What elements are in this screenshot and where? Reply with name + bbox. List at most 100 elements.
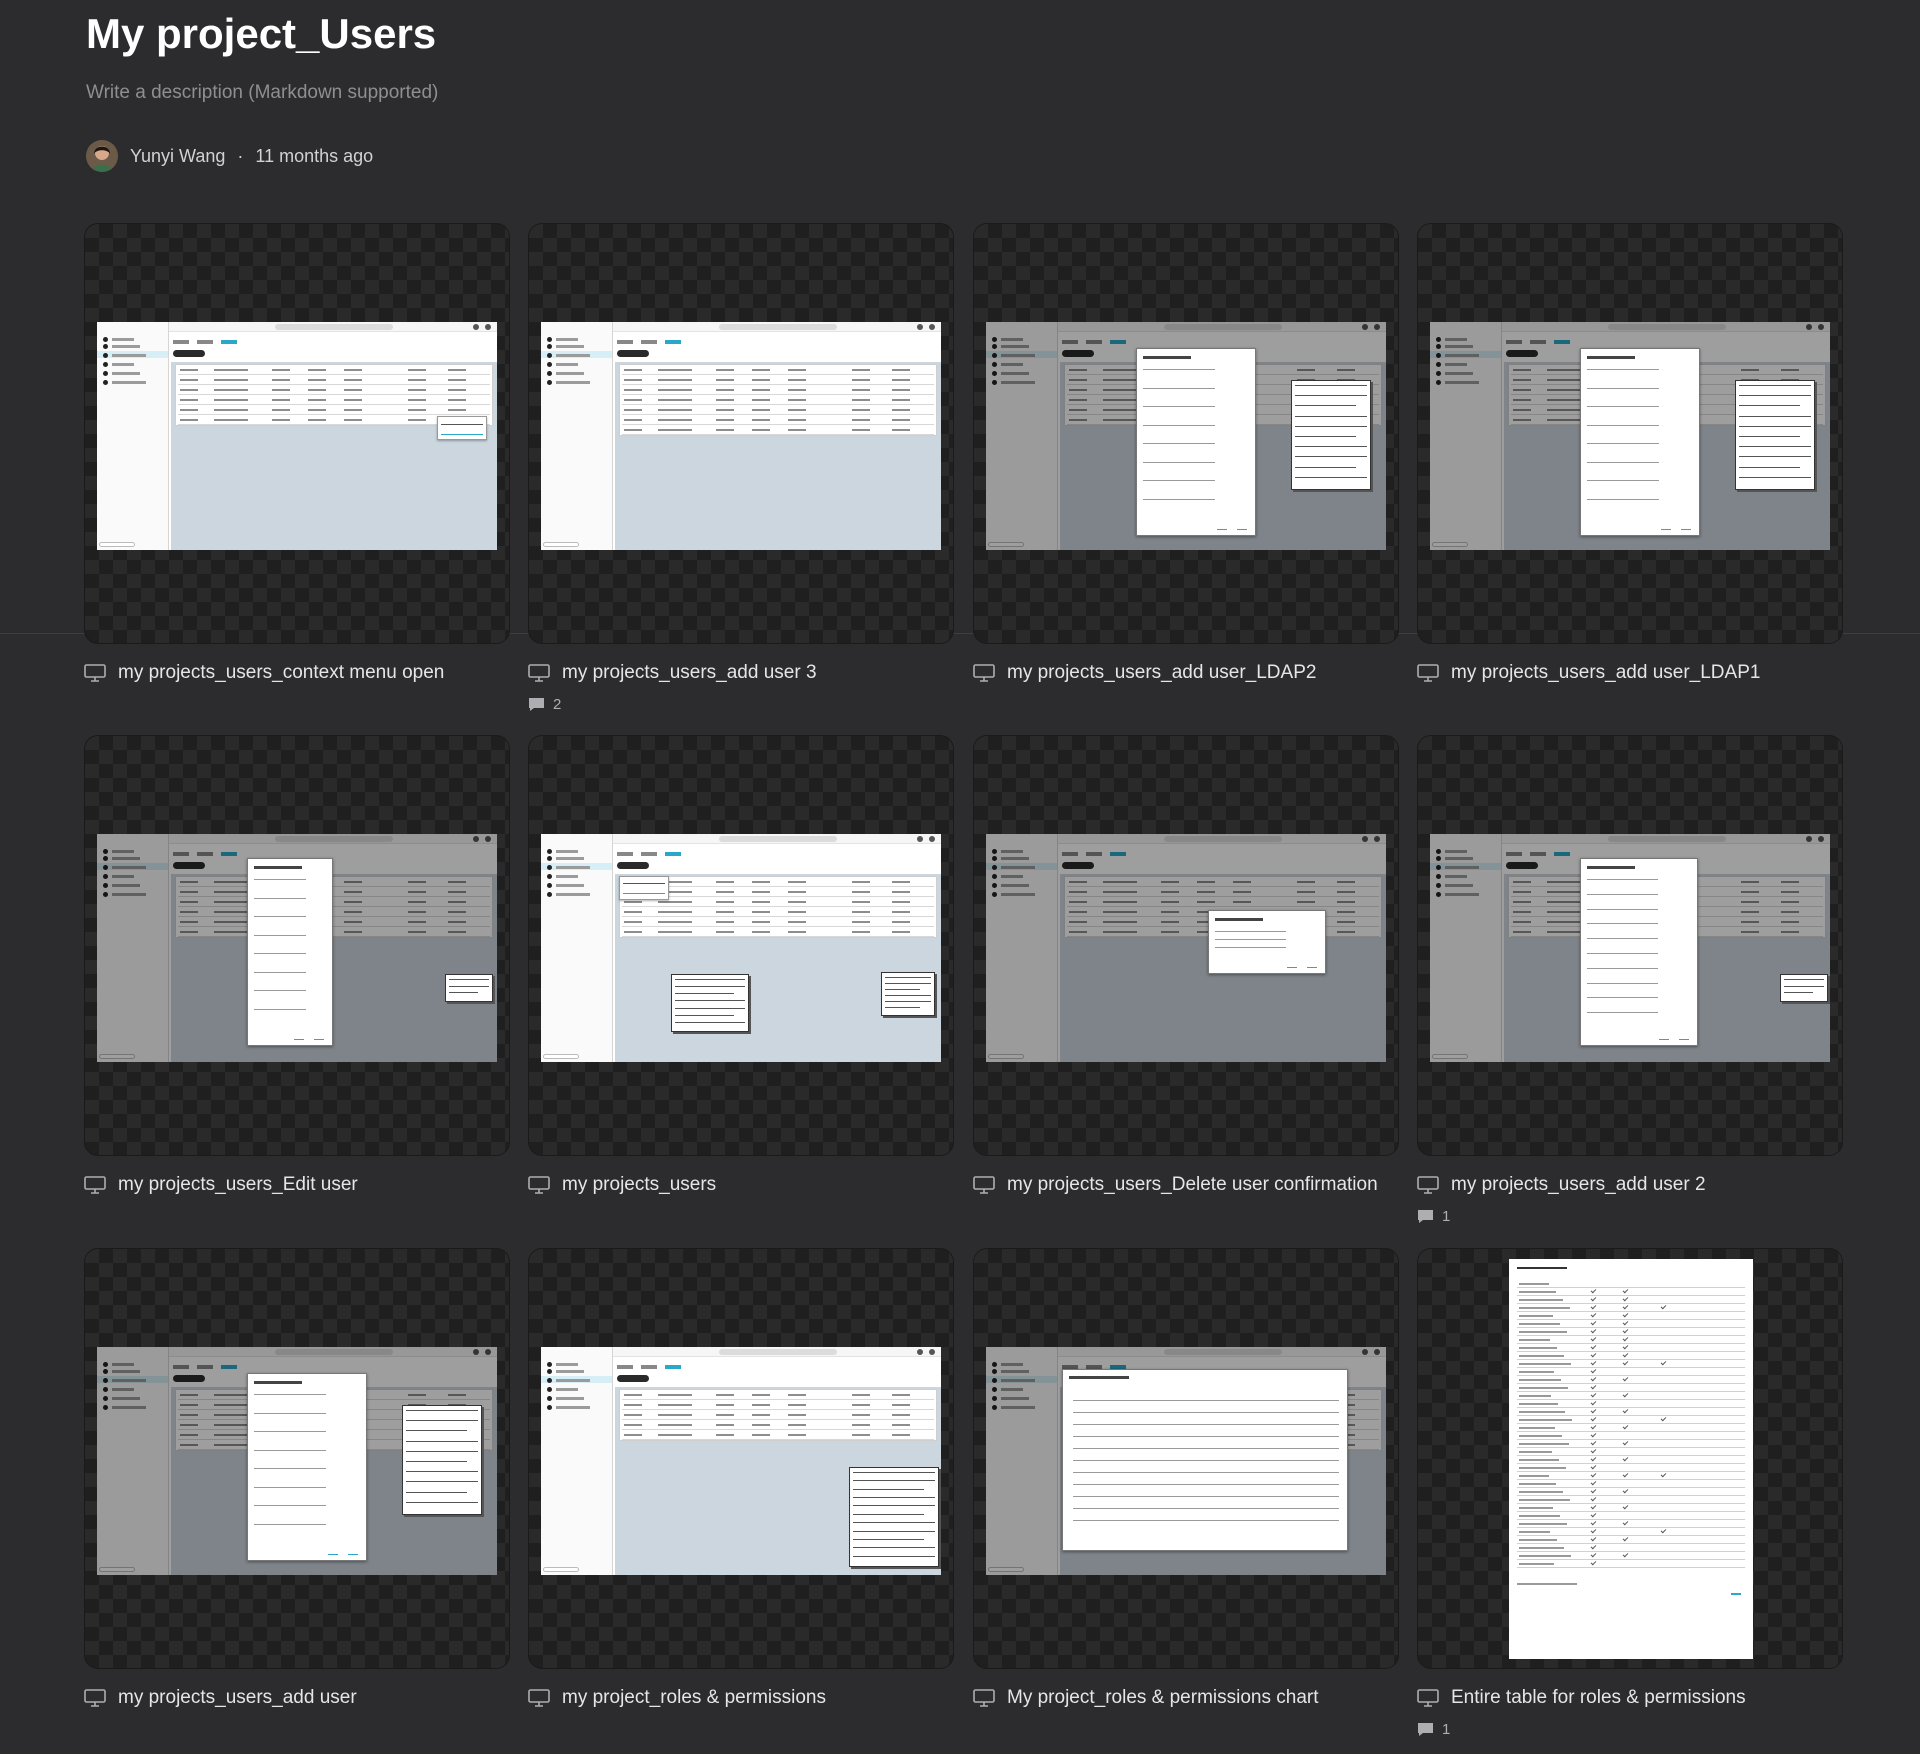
mini-note-line	[1295, 476, 1367, 478]
mini-table-row	[622, 414, 934, 415]
mini-bar	[556, 850, 578, 853]
mini-dialog-field	[1215, 931, 1286, 932]
mini-note-line	[406, 1440, 478, 1442]
mini-table-cell	[716, 1414, 734, 1416]
artboard-caption[interactable]: my project_roles & permissions	[528, 1685, 826, 1711]
artboard-card[interactable]: my projects_users_Edit user	[84, 735, 510, 1195]
mini-table-row	[622, 926, 934, 927]
artboard-title[interactable]: my projects_users_add user_LDAP1	[1451, 662, 1760, 684]
mini-sidebar-item	[103, 344, 161, 349]
artboard-card[interactable]: my projects_users_add user 32	[528, 223, 954, 713]
mini-note-line	[406, 1420, 478, 1422]
artboard-thumbnail[interactable]	[1417, 735, 1843, 1156]
artboard-card[interactable]: my projects_users_context menu open	[84, 223, 510, 683]
artboard-title[interactable]: my projects_users_Edit user	[118, 1174, 358, 1196]
artboard-card[interactable]: my project_roles & permissions	[528, 1248, 954, 1708]
description-field[interactable]: Write a description (Markdown supported)	[86, 82, 438, 104]
check-icon	[1590, 1463, 1597, 1470]
mini-dot	[547, 362, 552, 367]
artboard-title[interactable]: My project_roles & permissions chart	[1007, 1687, 1319, 1709]
mini-bar	[556, 893, 590, 896]
artboard-caption[interactable]: my projects_users_add user_LDAP2	[973, 660, 1316, 686]
artboard-caption[interactable]: my projects_users	[528, 1172, 716, 1198]
mini-annotation-note	[445, 974, 493, 1002]
artboard-title[interactable]: my projects_users_add user 2	[1451, 1174, 1706, 1196]
artboard-title[interactable]: my projects_users_context menu open	[118, 662, 444, 684]
artboard-card[interactable]: Entire table for roles & permissions 1	[1417, 1248, 1843, 1738]
mini-table-cell	[214, 369, 248, 371]
mini-table-cell	[716, 931, 734, 933]
mini-note-line	[885, 1001, 931, 1002]
mini-dot	[547, 883, 552, 888]
comment-count[interactable]: 1	[1417, 1718, 1450, 1740]
artboard-thumbnail[interactable]	[84, 223, 510, 644]
artboard-caption[interactable]: my projects_users_Delete user confirmati…	[973, 1172, 1378, 1198]
mini-table-cell	[658, 429, 692, 431]
artboard-card[interactable]: my projects_users_add user	[84, 1248, 510, 1708]
artboard-title[interactable]: my project_roles & permissions	[562, 1687, 826, 1709]
artboard-caption[interactable]: my projects_users_Edit user	[84, 1172, 358, 1198]
artboard-thumbnail[interactable]	[84, 1248, 510, 1669]
artboard-title[interactable]: Entire table for roles & permissions	[1451, 1687, 1746, 1709]
artboard-thumbnail[interactable]	[1417, 1248, 1843, 1669]
author-name[interactable]: Yunyi Wang	[130, 146, 225, 167]
artboard-caption[interactable]: My project_roles & permissions chart	[973, 1685, 1319, 1711]
mini-dialog-title	[1143, 356, 1191, 359]
doc-row	[1517, 1319, 1745, 1320]
artboard-card[interactable]: my projects_users_add user 21	[1417, 735, 1843, 1225]
artboard-thumbnail[interactable]	[973, 1248, 1399, 1669]
mini-note-line	[675, 986, 745, 988]
mini-table-row	[622, 394, 934, 395]
artboard-title[interactable]: my projects_users_add user 3	[562, 662, 817, 684]
check-icon	[1590, 1431, 1597, 1438]
artboard-card[interactable]: my projects_users_add user_LDAP1	[1417, 223, 1843, 683]
mini-bell-icon	[917, 836, 923, 842]
mini-annotation-note	[1291, 380, 1371, 490]
artboard-caption[interactable]: my projects_users_add user 3	[528, 660, 817, 686]
mini-note-line	[853, 1513, 924, 1515]
artboard-thumbnail[interactable]	[84, 735, 510, 1156]
artboard-thumbnail[interactable]	[528, 735, 954, 1156]
mini-note-line	[1295, 446, 1367, 448]
mini-footer-status	[99, 542, 135, 547]
mini-table-cell	[852, 409, 870, 411]
artboard-title[interactable]: my projects_users_add user_LDAP2	[1007, 662, 1316, 684]
mini-table-cell	[892, 409, 910, 411]
artboard-caption[interactable]: my projects_users_add user	[84, 1685, 357, 1711]
artboard-thumbnail[interactable]	[973, 735, 1399, 1156]
artboard-title[interactable]: my projects_users	[562, 1174, 716, 1196]
artboard-caption[interactable]: my projects_users_add user 2	[1417, 1172, 1706, 1198]
mini-table-cell	[716, 1434, 734, 1436]
artboard-card[interactable]: my projects_users	[528, 735, 954, 1195]
mini-bar	[112, 354, 146, 357]
artboard-title[interactable]: my projects_users_add user	[118, 1687, 357, 1709]
artboard-caption[interactable]: my projects_users_context menu open	[84, 660, 444, 686]
artboard-thumbnail[interactable]	[1417, 223, 1843, 644]
artboard-thumbnail[interactable]	[528, 1248, 954, 1669]
artboard-title[interactable]: my projects_users_Delete user confirmati…	[1007, 1174, 1378, 1196]
mini-table-cell	[716, 379, 734, 381]
artboard-card[interactable]: my projects_users_add user_LDAP2	[973, 223, 1399, 683]
artboard-caption[interactable]: my projects_users_add user_LDAP1	[1417, 660, 1760, 686]
mini-bar	[112, 345, 140, 348]
doc-cell	[1519, 1563, 1554, 1565]
doc-cell	[1519, 1371, 1554, 1373]
mini-table-row	[622, 374, 934, 375]
check-icon	[1590, 1495, 1597, 1502]
mini-table-row	[622, 1419, 934, 1420]
screen-icon	[84, 1689, 106, 1707]
artboard-card[interactable]: my projects_users_Delete user confirmati…	[973, 735, 1399, 1195]
doc-row	[1517, 1439, 1745, 1440]
mini-table-row	[622, 1439, 934, 1440]
avatar[interactable]	[86, 140, 118, 172]
mini-tabs	[617, 340, 697, 344]
artboard-caption[interactable]: Entire table for roles & permissions	[1417, 1685, 1746, 1711]
mini-note-line	[885, 989, 920, 990]
artboard-card[interactable]: My project_roles & permissions chart	[973, 1248, 1399, 1708]
comment-count[interactable]: 2	[528, 693, 561, 715]
comment-count[interactable]: 1	[1417, 1205, 1450, 1227]
artboard-thumbnail[interactable]	[973, 223, 1399, 644]
artboard-thumbnail[interactable]	[528, 223, 954, 644]
mini-table-cell	[180, 379, 198, 381]
mini-table-cell	[852, 921, 870, 923]
